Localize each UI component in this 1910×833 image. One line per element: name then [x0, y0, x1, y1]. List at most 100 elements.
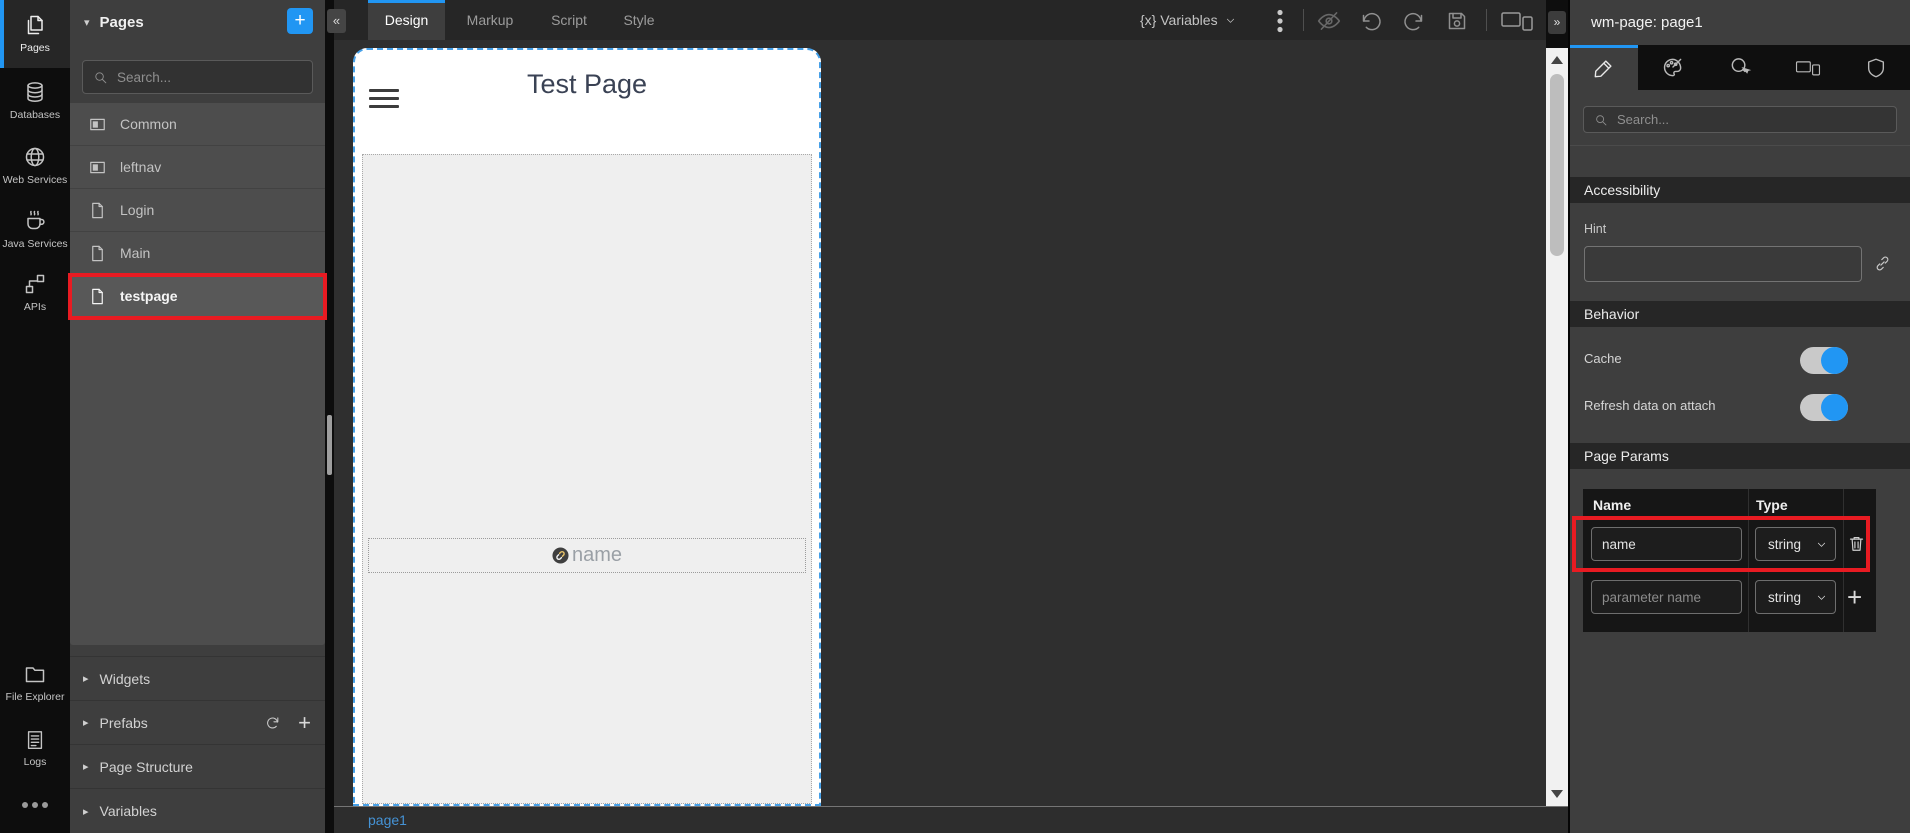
preview-devices-button[interactable]: [1497, 7, 1537, 34]
tab-design[interactable]: Design: [368, 0, 445, 40]
more-options-button[interactable]: [20, 800, 50, 810]
column-header-type: Type: [1756, 497, 1788, 513]
page-icon: [88, 287, 107, 306]
column-divider: [1843, 489, 1844, 632]
preview-page-title: Test Page: [355, 69, 819, 100]
rail-item-apis[interactable]: APIs: [0, 264, 70, 322]
add-param-button[interactable]: +: [1847, 584, 1862, 610]
page-item-testpage-selected[interactable]: testpage: [70, 275, 325, 318]
rail-item-label: Java Services: [2, 238, 67, 251]
status-page-link[interactable]: page1: [368, 812, 407, 828]
toolbar-divider: [1486, 9, 1487, 31]
inspector-search-box[interactable]: Search...: [1583, 106, 1897, 133]
kebab-menu-button[interactable]: [1266, 7, 1293, 34]
caret-right-icon: ▸: [83, 672, 89, 685]
pages-icon: [23, 13, 47, 37]
search-icon: [1594, 113, 1608, 127]
inspector-tab-styles[interactable]: [1638, 45, 1706, 90]
layout-icon: [88, 158, 107, 177]
logs-icon: [24, 729, 46, 751]
page-item-leftnav[interactable]: leftnav: [70, 146, 325, 189]
page-content-area[interactable]: name: [362, 154, 812, 804]
page-preview-card[interactable]: Test Page name: [353, 48, 821, 806]
new-param-name-input[interactable]: [1591, 580, 1742, 614]
accordion-label: Page Structure: [100, 759, 193, 775]
refresh-data-label: Refresh data on attach: [1584, 398, 1716, 413]
rail-item-label: Databases: [10, 109, 60, 122]
editor-toolbar: Design Markup Script Style {x} Variables: [334, 0, 1546, 40]
panel-scrollbar-thumb[interactable]: [327, 415, 332, 475]
accordion-label: Variables: [100, 803, 157, 819]
apis-icon: [23, 272, 47, 296]
inspector-title: wm-page: page1: [1591, 0, 1703, 45]
rail-item-web-services[interactable]: Web Services: [0, 134, 70, 198]
page-params-section-header[interactable]: Page Params: [1570, 443, 1910, 469]
canvas-scrollbar[interactable]: [1546, 48, 1568, 806]
accordion-label: Widgets: [100, 671, 151, 687]
tab-markup[interactable]: Markup: [450, 0, 530, 40]
chevron-down-icon: [1816, 592, 1827, 603]
add-page-button[interactable]: +: [287, 8, 313, 34]
page-item-main[interactable]: Main: [70, 232, 325, 275]
param-name-input[interactable]: [1591, 527, 1742, 561]
inspector-tab-security[interactable]: [1842, 45, 1910, 90]
bound-label-widget[interactable]: name: [368, 538, 806, 573]
scroll-down-arrow-icon[interactable]: [1551, 790, 1563, 798]
inspector-tab-inspect[interactable]: [1706, 45, 1774, 90]
rail-item-databases[interactable]: Databases: [0, 72, 70, 130]
pages-search-box[interactable]: Search...: [82, 60, 313, 94]
add-prefab-button[interactable]: +: [298, 712, 311, 734]
pages-search-placeholder: Search...: [117, 70, 171, 85]
redo-button[interactable]: [1400, 7, 1427, 34]
accordion-prefabs[interactable]: ▸ Prefabs +: [70, 700, 325, 744]
page-item-label: Common: [120, 116, 177, 132]
caret-right-icon: ▸: [83, 805, 89, 818]
accordion-variables[interactable]: ▸ Variables: [70, 788, 325, 833]
accordion-page-structure[interactable]: ▸ Page Structure: [70, 744, 325, 788]
devices-icon: [1500, 9, 1534, 33]
caret-right-icon: ▸: [83, 760, 89, 773]
page-item-label: Login: [120, 202, 154, 218]
search-icon: [93, 70, 108, 85]
rail-item-file-explorer[interactable]: File Explorer: [0, 652, 70, 714]
link-icon: [1873, 254, 1892, 273]
chevron-down-icon: [1816, 539, 1827, 550]
inspector-tab-properties[interactable]: [1570, 45, 1638, 90]
database-icon: [23, 80, 47, 104]
expand-inspector-button[interactable]: »: [1548, 11, 1566, 34]
scroll-up-arrow-icon[interactable]: [1551, 56, 1563, 64]
inspector-tab-devices[interactable]: [1774, 45, 1842, 90]
collapse-panel-button[interactable]: «: [327, 9, 346, 33]
save-button[interactable]: [1443, 7, 1470, 34]
tab-style[interactable]: Style: [600, 0, 678, 40]
hint-input[interactable]: [1584, 246, 1862, 282]
canvas-scrollbar-thumb[interactable]: [1550, 74, 1564, 256]
refresh-data-toggle[interactable]: [1800, 394, 1848, 421]
delete-param-button[interactable]: [1847, 534, 1866, 553]
accessibility-section-header[interactable]: Accessibility: [1570, 177, 1910, 203]
new-param-type-select[interactable]: string: [1755, 580, 1836, 614]
undo-button[interactable]: [1357, 7, 1384, 34]
hide-outlines-button[interactable]: [1315, 7, 1342, 34]
tab-script[interactable]: Script: [530, 0, 608, 40]
cache-toggle[interactable]: [1800, 347, 1848, 374]
refresh-prefabs-button[interactable]: [264, 714, 281, 731]
rail-item-java-services[interactable]: Java Services: [0, 198, 70, 262]
rail-item-pages[interactable]: Pages: [0, 0, 70, 68]
variables-dropdown[interactable]: {x} Variables: [1140, 0, 1236, 40]
bind-hint-button[interactable]: [1873, 254, 1892, 273]
accordion-widgets[interactable]: ▸ Widgets: [70, 656, 325, 700]
column-divider: [1748, 489, 1749, 632]
rail-item-logs[interactable]: Logs: [0, 722, 70, 776]
rail-item-label: Logs: [24, 756, 47, 769]
behavior-section-header[interactable]: Behavior: [1570, 301, 1910, 327]
cache-label: Cache: [1584, 351, 1622, 366]
rail-item-label: Web Services: [3, 174, 68, 187]
param-type-select[interactable]: string: [1755, 527, 1836, 561]
page-item-login[interactable]: Login: [70, 189, 325, 232]
eye-off-icon: [1316, 8, 1342, 34]
hint-label: Hint: [1584, 222, 1606, 236]
page-item-common[interactable]: Common: [70, 103, 325, 146]
caret-down-icon: ▾: [84, 16, 90, 29]
refresh-icon: [264, 714, 281, 731]
